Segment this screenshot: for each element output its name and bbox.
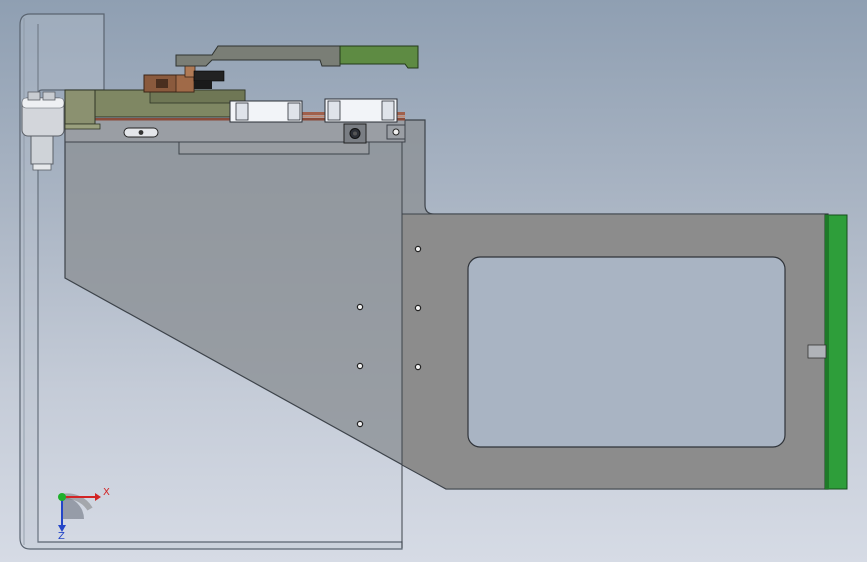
cad-graphics-viewport[interactable]: X Z [0, 0, 867, 562]
white-slide-block-right[interactable] [324, 98, 398, 123]
tray-window-cutout [467, 256, 786, 448]
white-slide-block-left[interactable] [229, 100, 303, 123]
pressing-lever[interactable] [175, 45, 419, 69]
z-axis-label: Z [58, 531, 65, 542]
hole [414, 363, 422, 371]
brown-clamp-block[interactable] [143, 65, 225, 93]
tray-tab [807, 344, 827, 359]
hole [414, 245, 422, 253]
coordinate-triad [58, 493, 101, 532]
cad-model-scene[interactable] [0, 0, 867, 562]
green-clamp-tip [339, 45, 419, 69]
hole [414, 304, 422, 312]
hole [356, 303, 364, 311]
y-axis-dot-icon [58, 493, 66, 501]
x-axis-label: X [103, 487, 110, 498]
hole [356, 420, 364, 428]
small-screw-icon [392, 128, 400, 136]
hole [356, 362, 364, 370]
